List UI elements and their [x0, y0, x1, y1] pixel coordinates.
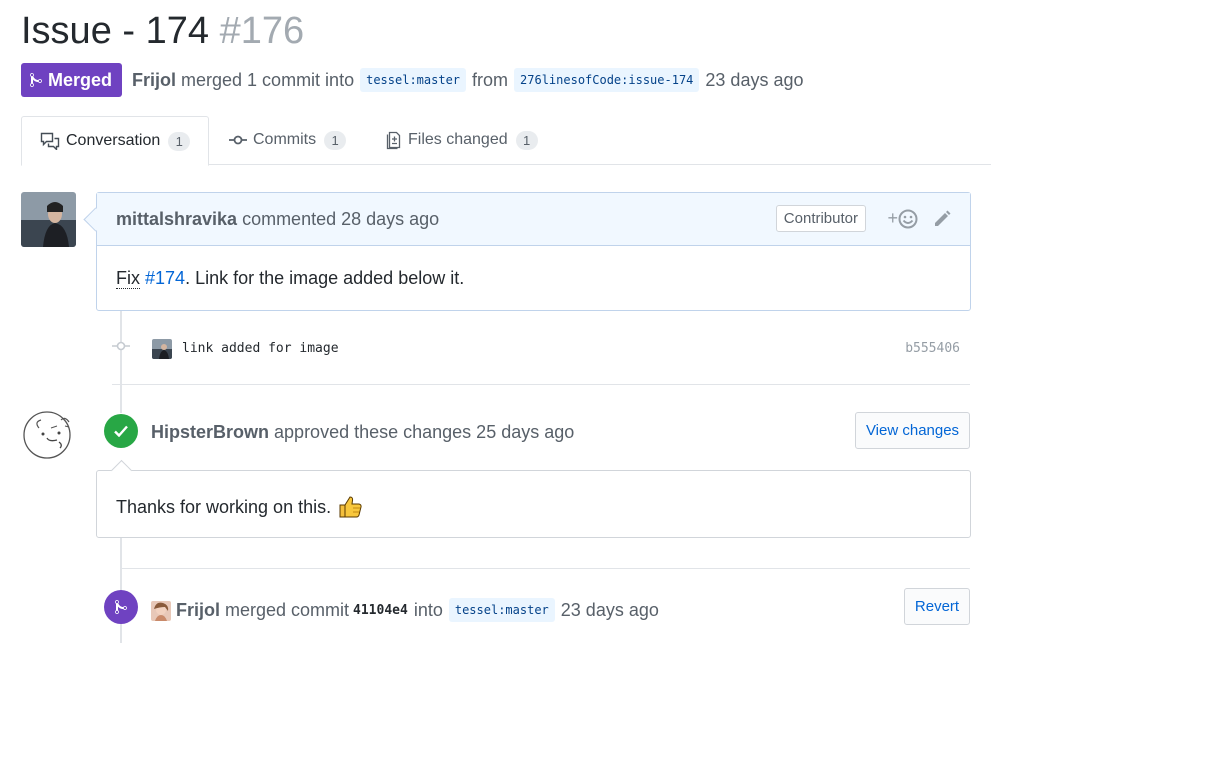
- avatar[interactable]: [21, 192, 76, 247]
- comment-box: mittalshravika commented 28 days ago Con…: [83, 192, 971, 311]
- fix-keyword: Fix: [116, 268, 140, 289]
- comment-header: mittalshravika commented 28 days ago Con…: [83, 193, 970, 246]
- check-icon: [104, 414, 138, 448]
- merge-action: merged commit: [225, 599, 350, 620]
- base-branch[interactable]: tessel:master: [360, 68, 467, 92]
- state-badge: Merged: [21, 63, 123, 97]
- comment-author-link[interactable]: mittalshravika: [116, 209, 237, 230]
- commit-message-link[interactable]: link added for image: [182, 341, 339, 356]
- git-commit-icon: [229, 134, 247, 146]
- edit-comment-button[interactable]: [932, 209, 952, 234]
- comment-body: Fix #174. Link for the image added below…: [97, 246, 970, 310]
- review-event: HipsterBrown approved these changes 25 d…: [104, 412, 970, 450]
- tab-conversation-label: Conversation: [66, 132, 161, 149]
- merge-icon: [104, 590, 138, 624]
- commit-author-avatar[interactable]: [152, 339, 172, 359]
- avatar[interactable]: [21, 408, 76, 460]
- file-diff-icon: [386, 130, 402, 150]
- comment-discussion-icon: [40, 132, 60, 150]
- git-commit-icon: [112, 339, 130, 357]
- timeline-divider: [122, 568, 970, 569]
- pr-meta: Merged Frijol merged 1 commit into tesse…: [21, 63, 803, 97]
- view-changes-button[interactable]: View changes: [855, 412, 970, 449]
- review-action: approved these changes 25 days ago: [274, 422, 575, 442]
- reviewer-link[interactable]: HipsterBrown: [151, 422, 269, 442]
- tab-commits-label: Commits: [253, 131, 317, 148]
- contributor-badge: Contributor: [775, 205, 866, 232]
- pr-title: Issue - 174 #176: [21, 8, 304, 54]
- comment-action: commented 28 days ago: [242, 208, 440, 229]
- tab-files-changed[interactable]: Files changed 1: [386, 116, 538, 164]
- merge-commit-sha[interactable]: 41104e4: [353, 603, 408, 618]
- state-label: Merged: [48, 69, 113, 90]
- review-comment-arrow: [110, 459, 133, 482]
- tab-conversation-count: 1: [168, 131, 191, 151]
- merge-icon: [30, 72, 42, 87]
- merge-target-branch[interactable]: tessel:master: [448, 598, 555, 622]
- tab-commits[interactable]: Commits 1: [229, 116, 347, 164]
- tab-conversation[interactable]: Conversation 1: [21, 116, 210, 166]
- smiley-icon: [898, 209, 918, 228]
- add-reaction-button[interactable]: +: [887, 208, 918, 229]
- merger-avatar[interactable]: [151, 601, 171, 621]
- review-comment-body: Thanks for working on this.: [116, 494, 363, 520]
- merge-summary: Frijol merged commit 41104e4 into tessel…: [176, 598, 659, 622]
- tab-commits-count: 1: [324, 130, 347, 150]
- pencil-icon: [935, 210, 951, 226]
- from-text: from: [472, 69, 509, 90]
- merge-event: Frijol merged commit 41104e4 into tessel…: [104, 588, 970, 626]
- review-summary: HipsterBrown approved these changes 25 d…: [151, 422, 574, 443]
- review-comment-text: Thanks for working on this.: [116, 496, 332, 517]
- merge-time: 23 days ago: [560, 599, 659, 620]
- review-comment-box: Thanks for working on this.: [96, 459, 971, 538]
- tab-files-count: 1: [515, 130, 538, 150]
- thumbs-up-icon: [339, 496, 362, 518]
- plus-icon: +: [887, 208, 898, 228]
- revert-button[interactable]: Revert: [904, 588, 970, 625]
- head-branch[interactable]: 276linesofCode:issue-174: [514, 68, 700, 92]
- comment-body-text: . Link for the image added below it.: [185, 268, 465, 288]
- pr-number: #176: [219, 10, 305, 52]
- pr-title-text: Issue - 174: [21, 10, 209, 52]
- pr-summary-text: merged 1 commit into: [181, 69, 355, 90]
- commit-sha-link[interactable]: b555406: [905, 341, 960, 356]
- tab-files-label: Files changed: [408, 131, 508, 148]
- merge-into-text: into: [413, 599, 443, 620]
- merger-link[interactable]: Frijol: [176, 600, 220, 621]
- pr-time: 23 days ago: [705, 69, 804, 90]
- commit-item: link added for image b555406: [112, 336, 970, 385]
- pr-tabs: Conversation 1 Commits 1 Files changed 1: [21, 116, 991, 166]
- pr-author-link[interactable]: Frijol: [132, 70, 176, 91]
- issue-link[interactable]: #174: [145, 268, 185, 288]
- comment-arrow: [83, 207, 108, 232]
